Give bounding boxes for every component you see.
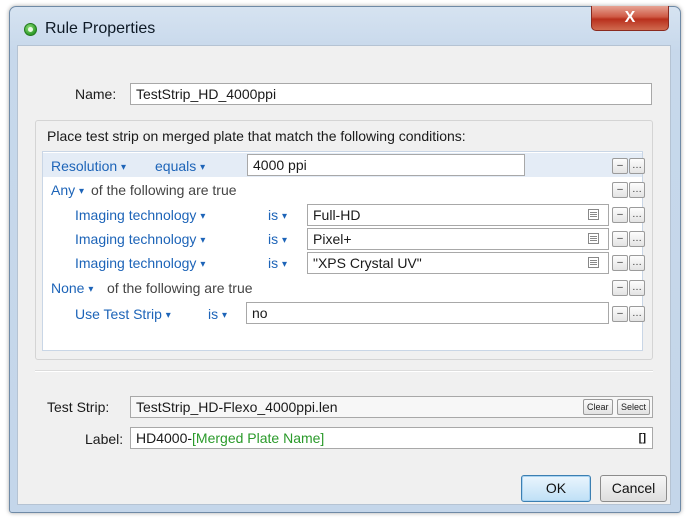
test-strip-path-field: TestStrip_HD-Flexo_4000ppi.len xyxy=(130,396,653,418)
close-button[interactable]: X xyxy=(591,6,669,31)
more-options-button[interactable]: … xyxy=(629,231,645,247)
list-picker-icon[interactable] xyxy=(588,209,599,220)
more-options-button[interactable]: … xyxy=(629,207,645,223)
more-options-button[interactable]: … xyxy=(629,158,645,174)
condition-value-input[interactable]: no xyxy=(246,302,609,324)
condition-field-dropdown[interactable]: Use Test Strip ▾ xyxy=(75,306,171,322)
condition-value-input[interactable]: "XPS Crystal UV" xyxy=(307,252,609,274)
remove-condition-button[interactable]: – xyxy=(612,255,628,271)
quantifier-any-dropdown[interactable]: Any ▾ xyxy=(51,182,84,198)
name-label: Name: xyxy=(75,86,117,102)
condition-operator-dropdown[interactable]: is ▾ xyxy=(268,255,287,271)
label-input[interactable]: HD4000-[Merged Plate Name] [] xyxy=(130,427,653,449)
title-bar: Rule Properties X xyxy=(10,6,680,45)
list-picker-icon[interactable] xyxy=(588,257,599,268)
condition-value-input[interactable]: Full-HD xyxy=(307,204,609,226)
remove-condition-button[interactable]: – xyxy=(612,231,628,247)
quantifier-suffix-text: of the following are true xyxy=(91,182,237,198)
quantifier-suffix-text: of the following are true xyxy=(107,280,253,296)
more-options-button[interactable]: … xyxy=(629,306,645,322)
list-picker-icon[interactable] xyxy=(588,233,599,244)
condition-operator-dropdown[interactable]: is ▾ xyxy=(268,207,287,223)
quantifier-none-dropdown[interactable]: None ▾ xyxy=(51,280,93,296)
test-strip-label: Test Strip: xyxy=(47,399,110,415)
more-options-button[interactable]: … xyxy=(629,255,645,271)
condition-value-input[interactable]: 4000 ppi xyxy=(247,154,525,176)
remove-condition-button[interactable]: – xyxy=(612,280,628,296)
remove-condition-button[interactable]: – xyxy=(612,306,628,322)
condition-field-dropdown[interactable]: Imaging technology ▾ xyxy=(75,231,205,247)
more-options-button[interactable]: … xyxy=(629,280,645,296)
window-title: Rule Properties xyxy=(45,20,156,37)
condition-operator-dropdown[interactable]: is ▾ xyxy=(268,231,287,247)
remove-condition-button[interactable]: – xyxy=(612,207,628,223)
ok-button[interactable]: OK xyxy=(521,475,591,502)
label-field-label: Label: xyxy=(85,431,124,447)
remove-condition-button[interactable]: – xyxy=(612,158,628,174)
cancel-button[interactable]: Cancel xyxy=(600,475,667,502)
condition-value-input[interactable]: Pixel+ xyxy=(307,228,609,250)
app-icon xyxy=(24,23,37,36)
select-button[interactable]: Select xyxy=(617,399,651,415)
condition-operator-dropdown[interactable]: equals ▾ xyxy=(155,158,205,174)
more-options-button[interactable]: … xyxy=(629,182,645,198)
remove-condition-button[interactable]: – xyxy=(612,182,628,198)
insert-variable-icon[interactable]: [] xyxy=(639,430,646,446)
condition-field-dropdown[interactable]: Imaging technology ▾ xyxy=(75,255,205,271)
conditions-panel: Resolution ▾ equals ▾ 4000 ppi – … Any ▾… xyxy=(42,151,645,351)
condition-field-dropdown[interactable]: Resolution ▾ xyxy=(51,158,126,174)
dialog-content: Name: TestStrip_HD_4000ppi Place test st… xyxy=(17,45,671,505)
condition-operator-dropdown[interactable]: is ▾ xyxy=(208,306,227,322)
rule-properties-dialog: Rule Properties X Name: TestStrip_HD_400… xyxy=(9,6,681,513)
merged-plate-name-variable: [Merged Plate Name] xyxy=(192,430,325,446)
name-input[interactable]: TestStrip_HD_4000ppi xyxy=(130,83,652,105)
condition-field-dropdown[interactable]: Imaging technology ▾ xyxy=(75,207,205,223)
section-divider xyxy=(35,370,653,372)
conditions-heading: Place test strip on merged plate that ma… xyxy=(47,128,466,144)
clear-button[interactable]: Clear xyxy=(583,399,613,415)
label-prefix: HD4000- xyxy=(136,430,193,446)
